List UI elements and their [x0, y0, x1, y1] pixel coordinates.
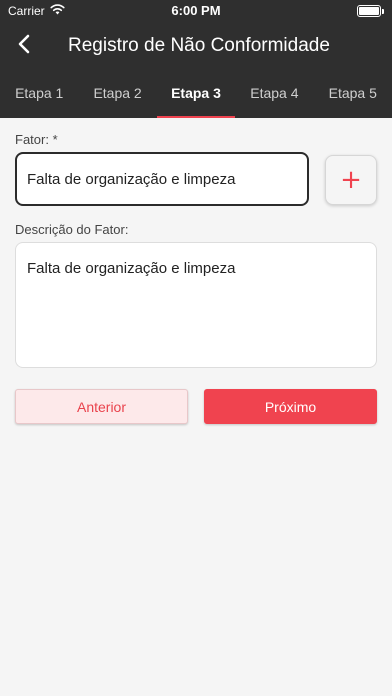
plus-icon: +	[340, 165, 362, 195]
fator-label: Fator: *	[15, 132, 58, 147]
status-bar: Carrier 6:00 PM	[0, 0, 392, 22]
title-row: Registro de Não Conformidade	[0, 22, 392, 70]
step-tabs: Etapa 1 Etapa 2 Etapa 3 Etapa 4 Etapa 5	[0, 70, 392, 118]
tab-etapa-5[interactable]: Etapa 5	[314, 70, 392, 118]
chevron-left-icon	[16, 34, 32, 59]
fator-row: +	[15, 152, 377, 206]
page-title: Registro de Não Conformidade	[68, 35, 330, 56]
navigation-buttons: Anterior Próximo	[15, 389, 377, 424]
status-right	[357, 5, 384, 17]
add-fator-button[interactable]: +	[325, 155, 377, 205]
battery-icon	[357, 5, 381, 17]
battery-cap	[382, 8, 384, 14]
app-screen: Carrier 6:00 PM Registro de Não Conformi…	[0, 0, 392, 696]
tab-etapa-4[interactable]: Etapa 4	[235, 70, 313, 118]
fator-input[interactable]	[15, 152, 309, 206]
descricao-label: Descrição do Fator:	[15, 222, 129, 237]
proximo-button[interactable]: Próximo	[204, 389, 377, 424]
app-header: Carrier 6:00 PM Registro de Não Conformi…	[0, 0, 392, 118]
status-time: 6:00 PM	[171, 3, 221, 18]
back-button[interactable]	[10, 32, 38, 60]
tab-etapa-3[interactable]: Etapa 3	[156, 70, 236, 118]
descricao-textarea[interactable]: Falta de organização e limpeza	[15, 242, 377, 368]
tab-etapa-1[interactable]: Etapa 1	[0, 70, 78, 118]
tab-etapa-2[interactable]: Etapa 2	[78, 70, 156, 118]
form-content: Fator: * + Descrição do Fator: Falta de …	[0, 132, 392, 424]
anterior-button[interactable]: Anterior	[15, 389, 188, 424]
